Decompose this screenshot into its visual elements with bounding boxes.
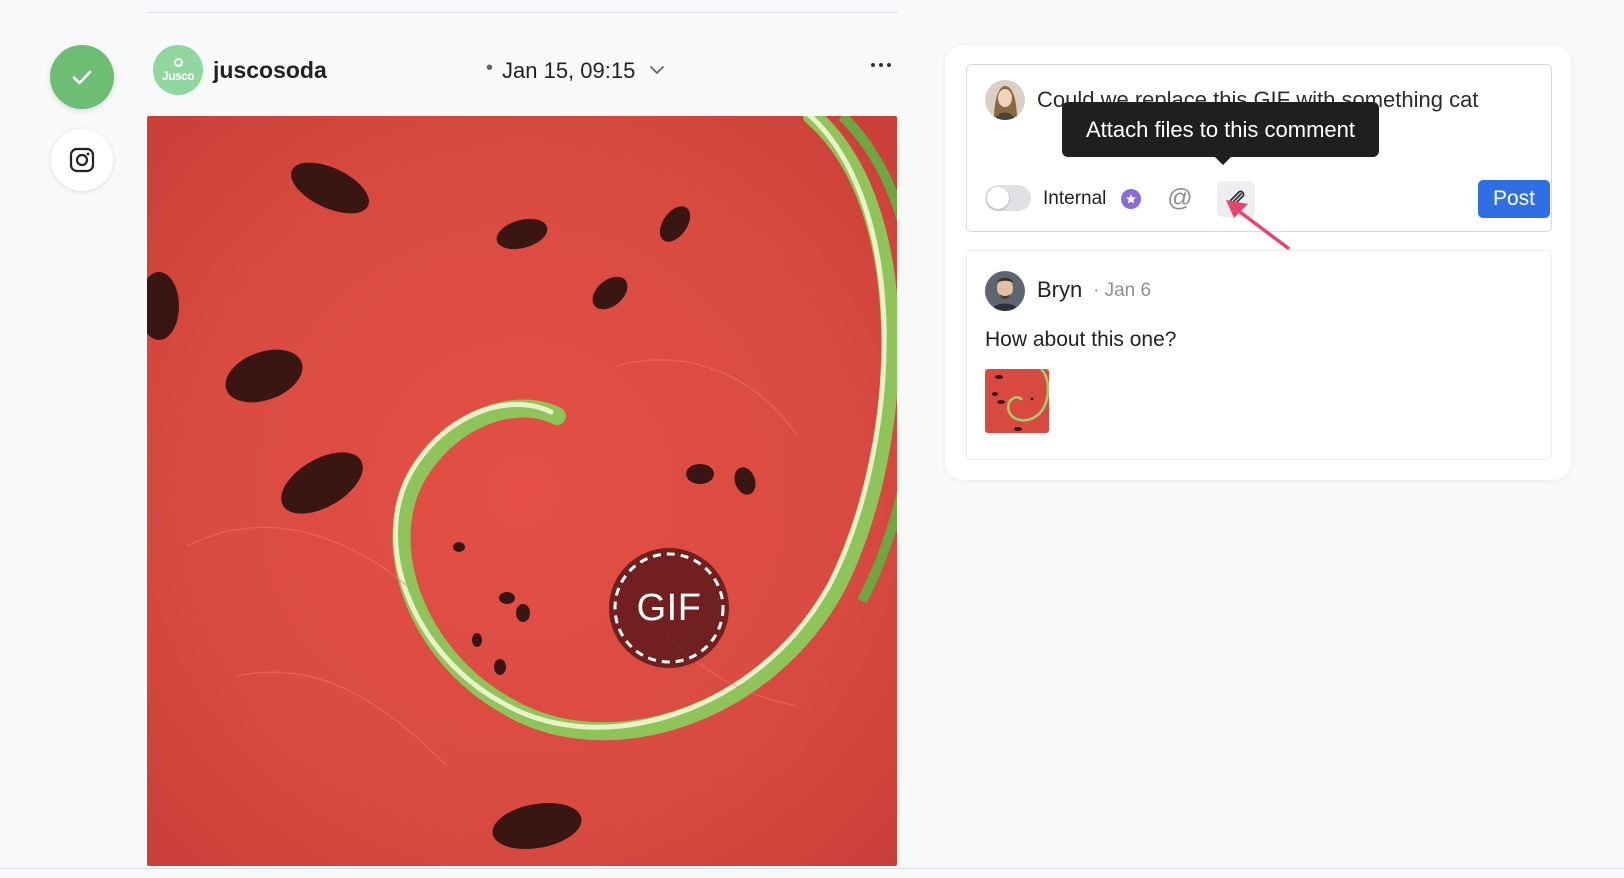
- chevron-down-icon[interactable]: [649, 63, 665, 77]
- user-photo: [985, 80, 1025, 120]
- gif-label: GIF: [636, 586, 702, 629]
- mention-button[interactable]: @: [1165, 182, 1195, 214]
- account-avatar[interactable]: Jusco: [153, 45, 203, 95]
- ellipsis-icon: [871, 63, 875, 67]
- instagram-platform-button[interactable]: [51, 129, 113, 191]
- at-sign-icon: @: [1167, 183, 1193, 212]
- current-user-avatar: [985, 80, 1025, 120]
- brand-logo-dot: [173, 57, 183, 67]
- watermelon-image: [147, 116, 897, 866]
- instagram-icon: [69, 147, 95, 173]
- account-name[interactable]: juscosoda: [213, 57, 327, 84]
- comment-item: Bryn · Jan 6 How about this one?: [966, 250, 1552, 460]
- pro-star-icon: [1121, 189, 1141, 209]
- comment-author[interactable]: Bryn: [1037, 277, 1082, 303]
- brand-avatar-text: Jusco: [161, 68, 195, 83]
- comment-date: · Jan 6: [1093, 280, 1152, 301]
- post-date: Jan 15, 09:15: [502, 58, 636, 83]
- post-comment-button[interactable]: Post: [1478, 180, 1550, 218]
- more-options-button[interactable]: [863, 53, 899, 77]
- attach-tooltip: Attach files to this comment: [1062, 102, 1379, 157]
- bottom-divider: [0, 868, 1624, 869]
- gif-play-badge[interactable]: GIF: [608, 547, 730, 669]
- approval-status-button[interactable]: [50, 45, 114, 109]
- comment-text: How about this one?: [985, 328, 1177, 351]
- checkmark-icon: [72, 70, 92, 85]
- watermelon-thumbnail-image: [985, 369, 1049, 433]
- tooltip-arrow: [1214, 156, 1232, 165]
- internal-label: Internal: [1043, 188, 1107, 209]
- post-header: Jusco juscosoda • Jan 15, 09:15: [153, 45, 898, 97]
- comment-attachment-thumbnail[interactable]: [985, 369, 1049, 433]
- toggle-knob: [987, 187, 1009, 209]
- star-icon: [1126, 194, 1136, 204]
- commenter-avatar[interactable]: [985, 271, 1025, 311]
- post-media[interactable]: GIF: [147, 116, 897, 866]
- ellipsis-dot: [879, 63, 883, 67]
- internal-toggle[interactable]: [985, 185, 1031, 211]
- ellipsis-dot: [887, 63, 891, 67]
- commenter-photo: [985, 271, 1025, 311]
- header-separator: •: [486, 57, 494, 79]
- top-divider: [146, 12, 898, 13]
- annotation-arrow-icon: [1226, 200, 1290, 250]
